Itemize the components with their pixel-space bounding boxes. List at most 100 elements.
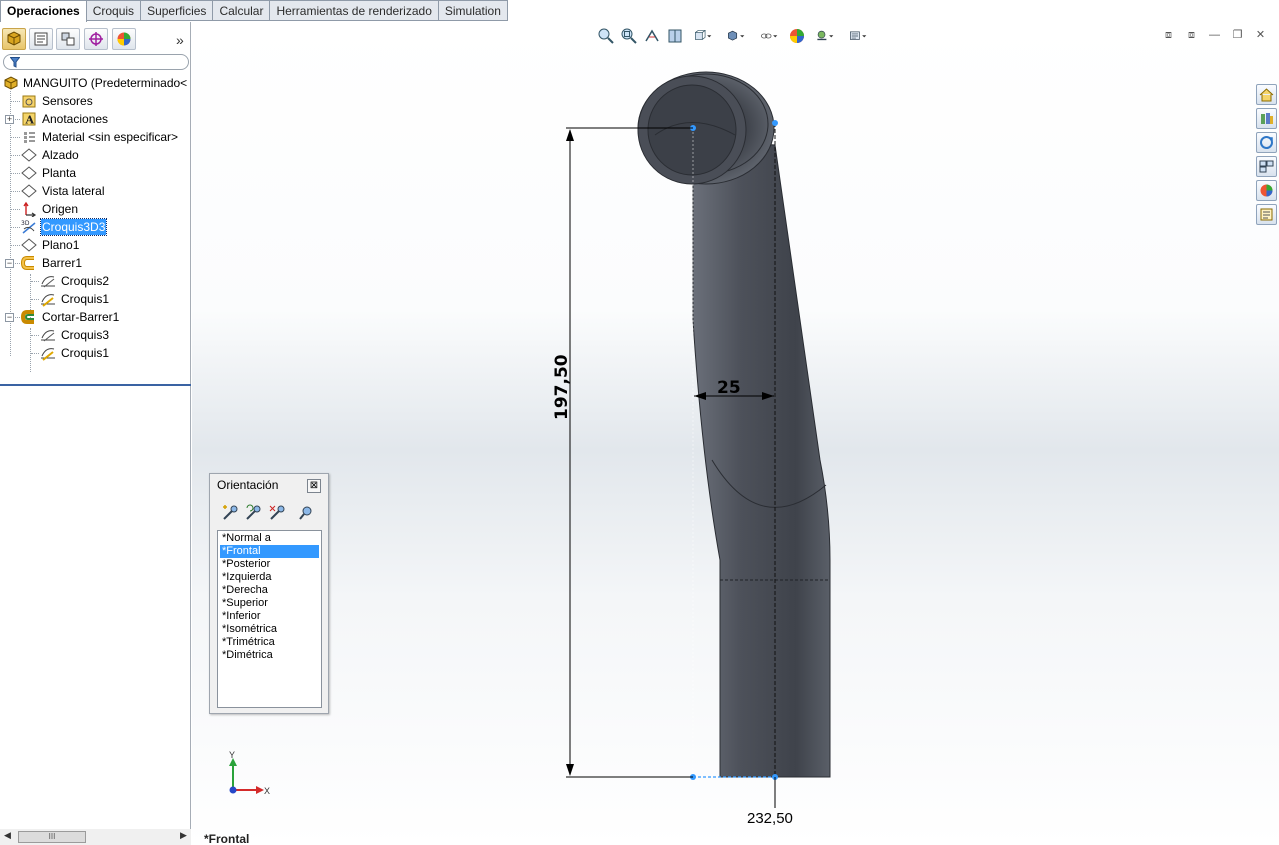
tab-calcular[interactable]: Calcular (213, 0, 271, 21)
tree-item-material[interactable]: Material <sin especificar> (0, 128, 191, 146)
view-izquierda[interactable]: *Izquierda (220, 571, 319, 584)
tree-item-alzado[interactable]: Alzado (0, 146, 191, 164)
scroll-right-icon[interactable]: ▶ (180, 830, 187, 841)
sketch-point[interactable] (772, 120, 778, 126)
configuration-manager-tab-button[interactable] (56, 28, 80, 50)
scrollbar-thumb[interactable]: III (18, 831, 86, 843)
dimension-height[interactable]: 197,50 (552, 127, 693, 778)
view-superior[interactable]: *Superior (220, 597, 319, 610)
tree-item-croquis3[interactable]: Croquis3 (0, 326, 191, 344)
tree-item-cortar-barrer1[interactable]: − Cortar-Barrer1 (0, 308, 191, 326)
appearances-icon (1260, 184, 1273, 197)
triad-y-label: Y (229, 750, 235, 760)
dimension-height-value[interactable]: 197,50 (552, 354, 572, 420)
reset-views-icon[interactable] (268, 504, 286, 522)
file-explorer-tab[interactable] (1256, 132, 1277, 153)
view-derecha[interactable]: *Derecha (220, 584, 319, 597)
sensor-folder-icon (22, 95, 36, 108)
apply-scene-dropdown[interactable] (810, 26, 840, 46)
custom-properties-icon (1260, 208, 1273, 221)
orientation-view-list[interactable]: *Normal a *Frontal *Posterior *Izquierda… (217, 530, 322, 708)
feature-manager-tab-button[interactable] (2, 28, 26, 50)
view-settings-icon (850, 31, 867, 40)
collapse-minus-icon[interactable]: − (5, 259, 14, 268)
tile-left-button[interactable]: ⧈ (1160, 28, 1177, 43)
tree-item-label: Origen (42, 202, 79, 216)
plane-icon (21, 148, 37, 162)
tube-body[interactable] (692, 139, 831, 778)
view-palette-tab[interactable] (1256, 156, 1277, 177)
display-manager-tab-button[interactable] (112, 28, 136, 50)
view-inferior[interactable]: *Inferior (220, 610, 319, 623)
tree-item-croquis1-cut[interactable]: Croquis1 (0, 344, 191, 362)
expand-plus-icon[interactable]: + (5, 115, 14, 124)
zoom-to-area-button[interactable] (619, 26, 639, 46)
tab-simulation[interactable]: Simulation (438, 0, 508, 21)
tree-item-vista-lateral[interactable]: Vista lateral (0, 182, 191, 200)
view-normal-a[interactable]: *Normal a (220, 532, 319, 545)
tab-croquis[interactable]: Croquis (86, 0, 142, 21)
edit-appearance-button[interactable] (787, 26, 807, 46)
view-posterior[interactable]: *Posterior (220, 558, 319, 571)
view-dimetrica[interactable]: *Dimétrica (220, 649, 319, 662)
tree-item-croquis3d3[interactable]: 3D Croquis3D3 (0, 218, 191, 236)
tree-item-anotaciones[interactable]: + A Anotaciones (0, 110, 191, 128)
custom-properties-tab[interactable] (1256, 204, 1277, 225)
tree-item-croquis1[interactable]: Croquis1 (0, 290, 191, 308)
solidworks-resources-tab[interactable] (1256, 84, 1277, 105)
collapse-minus-icon[interactable]: − (5, 313, 14, 322)
dimxpert-tab-button[interactable] (84, 28, 108, 50)
view-frontal[interactable]: *Frontal (220, 545, 319, 558)
tree-root-manguito[interactable]: MANGUITO (Predeterminado< (0, 74, 191, 92)
tree-item-barrer1[interactable]: − Barrer1 (0, 254, 191, 272)
filter-icon (10, 57, 20, 68)
view-settings-dropdown[interactable] (843, 26, 873, 46)
dimension-offset-value[interactable]: 232,50 (747, 810, 793, 827)
tree-item-planta[interactable]: Planta (0, 164, 191, 182)
zoom-to-fit-button[interactable] (596, 26, 616, 46)
view-isometrica[interactable]: *Isométrica (220, 623, 319, 636)
tree-item-label: Anotaciones (42, 112, 109, 126)
origin-icon (23, 201, 37, 217)
plane-icon (21, 238, 37, 252)
horizontal-scrollbar[interactable]: ◀ III ▶ (0, 829, 191, 845)
tree-item-origen[interactable]: Origen (0, 200, 191, 218)
display-style-dropdown[interactable] (721, 26, 751, 46)
tree-item-croquis2[interactable]: Croquis2 (0, 272, 191, 290)
orientation-close-button[interactable]: ⊠ (307, 479, 321, 493)
cut-sweep-icon (21, 310, 34, 324)
view-trimetrica[interactable]: *Trimétrica (220, 636, 319, 649)
tab-operaciones[interactable]: Operaciones (0, 0, 87, 22)
section-view-button[interactable] (665, 26, 685, 46)
view-orientation-dropdown[interactable] (688, 26, 718, 46)
new-view-icon[interactable] (221, 504, 239, 522)
dimension-width-value[interactable]: 25 (717, 378, 741, 398)
tab-herramientas-renderizado[interactable]: Herramientas de renderizado (270, 0, 439, 21)
design-library-tab[interactable] (1256, 108, 1277, 129)
graphics-area[interactable]: 197,50 25 232,50 Y X ⧈ ⧈ — ❐ ✕ (192, 22, 1279, 845)
close-button[interactable]: ✕ (1252, 28, 1269, 43)
tree-item-plano1[interactable]: Plano1 (0, 236, 191, 254)
rollback-bar[interactable] (0, 384, 191, 386)
property-manager-tab-button[interactable] (29, 28, 53, 50)
previous-view-button[interactable] (642, 26, 662, 46)
appearances-tab[interactable] (1256, 180, 1277, 201)
pin-dialog-icon[interactable] (297, 504, 315, 522)
feature-tree-filter[interactable] (3, 54, 189, 70)
coordinate-triad: Y X (229, 750, 270, 796)
model-viewport[interactable]: 197,50 25 232,50 Y X (192, 22, 1279, 845)
tree-item-sensores[interactable]: Sensores (0, 92, 191, 110)
hide-show-items-dropdown[interactable] (754, 26, 784, 46)
scroll-left-icon[interactable]: ◀ (4, 830, 11, 841)
plane-icon (21, 166, 37, 180)
expand-chevron-icon[interactable]: » (176, 32, 184, 48)
tree-item-label: Croquis3D3 (39, 218, 108, 236)
tree-root-label: MANGUITO (Predeterminado< (23, 76, 188, 90)
minimize-button[interactable]: — (1206, 28, 1223, 43)
zoom-to-fit-icon (598, 28, 614, 44)
zoom-to-area-icon (621, 28, 637, 44)
update-view-icon[interactable] (244, 504, 262, 522)
restore-button[interactable]: ❐ (1229, 28, 1246, 43)
tab-superficies[interactable]: Superficies (141, 0, 214, 21)
tile-right-button[interactable]: ⧈ (1183, 28, 1200, 43)
